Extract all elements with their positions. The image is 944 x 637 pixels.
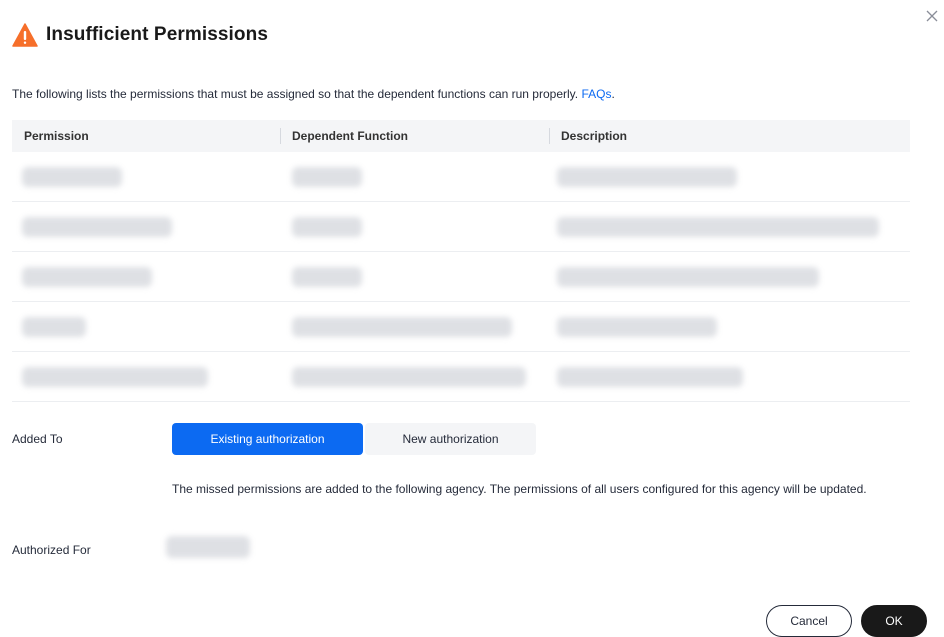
warning-triangle-icon — [12, 22, 38, 48]
dialog-header: Insufficient Permissions — [12, 22, 268, 48]
redacted-cell — [22, 166, 122, 187]
redacted-cell — [292, 366, 526, 387]
column-header-label: Dependent Function — [292, 129, 408, 143]
authorization-type-selector: Existing authorization New authorization — [172, 423, 536, 455]
column-header-permission: Permission — [24, 129, 89, 143]
faqs-link[interactable]: FAQs — [581, 87, 611, 101]
dialog-title: Insufficient Permissions — [46, 24, 269, 45]
table-row — [12, 252, 910, 302]
redacted-cell — [557, 216, 879, 237]
column-header-description: Description — [549, 120, 910, 152]
existing-authorization-option[interactable]: Existing authorization — [172, 423, 363, 455]
table-header: Permission Dependent Function Descriptio… — [12, 120, 910, 152]
intro-text: The following lists the permissions that… — [12, 87, 615, 101]
redacted-cell — [292, 216, 362, 237]
cancel-button[interactable]: Cancel — [766, 605, 852, 637]
redacted-cell — [22, 216, 172, 237]
redacted-agency-name — [166, 536, 250, 558]
redacted-cell — [557, 266, 819, 287]
ok-button[interactable]: OK — [861, 605, 927, 637]
close-icon[interactable] — [924, 8, 940, 24]
permissions-table: Permission Dependent Function Descriptio… — [12, 120, 910, 402]
column-header-dependent-function: Dependent Function — [280, 120, 549, 152]
new-authorization-option[interactable]: New authorization — [365, 423, 536, 455]
agency-note: The missed permissions are added to the … — [172, 482, 867, 496]
redacted-cell — [292, 166, 362, 187]
column-divider — [549, 128, 550, 144]
redacted-cell — [22, 316, 86, 337]
intro-period: . — [611, 87, 615, 101]
redacted-cell — [557, 166, 737, 187]
added-to-label: Added To — [12, 432, 63, 446]
table-row — [12, 352, 910, 402]
table-row — [12, 202, 910, 252]
table-row — [12, 152, 910, 202]
redacted-cell — [557, 366, 743, 387]
redacted-cell — [292, 266, 362, 287]
redacted-cell — [22, 366, 208, 387]
redacted-cell — [22, 266, 152, 287]
authorized-for-label: Authorized For — [12, 543, 91, 557]
table-row — [12, 302, 910, 352]
intro-description: The following lists the permissions that… — [12, 87, 579, 101]
column-header-label: Description — [561, 129, 628, 143]
insufficient-permissions-dialog: Insufficient Permissions The following l… — [0, 0, 944, 637]
redacted-cell — [557, 316, 717, 337]
column-divider — [280, 128, 281, 144]
redacted-cell — [292, 316, 512, 337]
